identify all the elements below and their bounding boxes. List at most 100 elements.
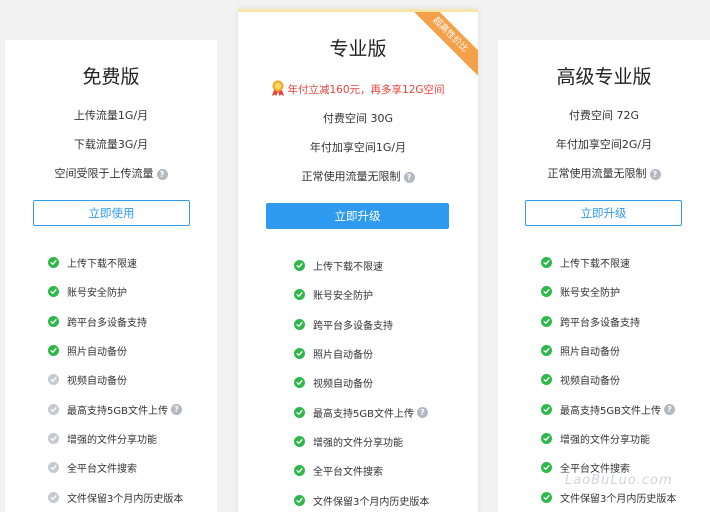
check-circle-icon	[48, 257, 59, 269]
check-circle-icon	[294, 289, 305, 301]
feature-label: 全平台文件搜索	[313, 467, 383, 479]
feature-label: 上传下载不限速	[560, 259, 630, 271]
feature-label: 跨平台多设备支持	[560, 317, 640, 329]
feature-label: 文件保留3个月内历史版本	[67, 493, 184, 505]
feature-item: 照片自动备份	[541, 336, 676, 365]
feature-item: 账号安全防护	[541, 277, 676, 306]
feature-item: 照片自动备份	[294, 339, 429, 368]
check-circle-icon	[541, 432, 552, 444]
feature-item: 上传下载不限速	[541, 248, 676, 277]
info-text: 上传流量1G/月	[73, 109, 149, 122]
feature-label: 全平台文件搜索	[67, 464, 137, 476]
feature-item: 上传下载不限速	[48, 248, 183, 277]
feature-item: 视频自动备份	[48, 365, 183, 394]
upgrade-now-button[interactable]: 立即升级	[266, 203, 449, 229]
feature-list: 上传下载不限速 账号安全防护跨平台多设备支持 照片自动备份 视频自动备份最高支持5GB…	[294, 251, 429, 512]
plan-title: 高级专业版	[556, 66, 652, 88]
feature-label: 照片自动备份	[560, 347, 620, 359]
help-circle-icon[interactable]: ?	[663, 403, 675, 415]
check-circle-icon	[541, 345, 552, 357]
check-circle-icon	[294, 377, 305, 389]
feature-item: 账号安全防护	[294, 280, 429, 309]
promo-text: 年付立减160元，再多享12G空间	[287, 84, 445, 96]
feature-label: 最高支持5GB文件上传	[313, 408, 414, 420]
feature-item: 视频自动备份	[294, 368, 429, 397]
feature-label: 账号安全防护	[67, 288, 127, 300]
feature-item: 全平台文件搜索	[48, 453, 183, 482]
plan-info-line: 年付加享空间2G/月	[498, 136, 710, 152]
promo-banner: 年付立减160元，再多享12G空间	[238, 80, 478, 97]
check-circle-icon	[541, 462, 552, 474]
feature-item: 增强的文件分享功能	[294, 427, 429, 456]
help-circle-icon[interactable]: ?	[649, 169, 661, 180]
feature-label: 账号安全防护	[560, 288, 620, 300]
check-circle-icon	[294, 260, 305, 272]
check-circle-icon	[541, 257, 552, 269]
check-circle-icon	[294, 348, 305, 360]
check-circle-icon	[294, 465, 305, 477]
plan-title: 免费版	[82, 66, 140, 88]
feature-label: 文件保留3个月内历史版本	[560, 493, 677, 505]
plan-card-pro: 超高性价比 专业版 年付立减160元，再多享12G空间 付费空间 30G 年付加…	[238, 9, 478, 512]
info-text: 年付加享空间1G/月	[309, 141, 407, 154]
check-circle-icon	[48, 432, 59, 444]
plan-info-line: 付费空间 72G	[498, 107, 710, 123]
info-text: 下载流量3G/月	[73, 138, 149, 151]
check-circle-icon	[294, 406, 305, 418]
feature-label: 最高支持5GB文件上传	[560, 405, 661, 417]
feature-item: 跨平台多设备支持	[541, 307, 676, 336]
feature-item: 账号安全防护	[48, 277, 183, 306]
watermark: LaoBuLuo.com	[565, 473, 673, 488]
feature-list: 上传下载不限速 账号安全防护 跨平台多设备支持 照片自动备份 视频自动备份 最高支持5GB…	[48, 248, 183, 512]
info-text: 付费空间 72G	[568, 109, 640, 122]
plan-card-advanced: 高级专业版 付费空间 72G 年付加享空间2G/月 正常使用流量无限制? 立即升…	[498, 40, 710, 512]
info-text: 年付加享空间2G/月	[555, 138, 653, 151]
feature-item: 照片自动备份	[48, 336, 183, 365]
feature-label: 账号安全防护	[313, 291, 373, 303]
medal-icon	[272, 80, 285, 96]
check-circle-icon	[48, 286, 59, 298]
check-circle-icon	[294, 494, 305, 506]
feature-label: 跨平台多设备支持	[313, 320, 393, 332]
feature-label: 跨平台多设备支持	[67, 317, 147, 329]
feature-item: 增强的文件分享功能	[48, 424, 183, 453]
plan-info-line: 付费空间 30G	[238, 110, 478, 126]
feature-label: 增强的文件分享功能	[560, 434, 650, 446]
feature-label: 增强的文件分享功能	[313, 437, 403, 449]
feature-item: 文件保留3个月内历史版本	[294, 485, 429, 512]
feature-label: 上传下载不限速	[313, 262, 383, 274]
use-now-button[interactable]: 立即使用	[33, 200, 190, 226]
help-circle-icon[interactable]: ?	[170, 403, 182, 415]
feature-item: 最高支持5GB文件上传?	[541, 394, 676, 423]
feature-item: 跨平台多设备支持	[294, 310, 429, 339]
check-circle-icon	[48, 345, 59, 357]
plan-info-line: 下载流量3G/月	[5, 136, 217, 152]
check-circle-icon	[48, 403, 59, 415]
help-circle-icon[interactable]: ?	[156, 169, 168, 180]
check-circle-icon	[541, 286, 552, 298]
feature-label: 视频自动备份	[313, 379, 373, 391]
check-circle-icon	[48, 374, 59, 386]
feature-item: 最高支持5GB文件上传?	[294, 397, 429, 426]
help-circle-icon[interactable]: ?	[403, 172, 415, 183]
check-circle-icon	[541, 403, 552, 415]
check-circle-icon	[48, 462, 59, 474]
feature-label: 文件保留3个月内历史版本	[313, 496, 430, 508]
feature-item: 视频自动备份	[541, 365, 676, 394]
plan-card-free: 免费版 上传流量1G/月 下载流量3G/月 空间受限于上传流量? 立即使用 上传…	[5, 40, 217, 512]
check-circle-icon	[294, 318, 305, 330]
feature-label: 照片自动备份	[313, 350, 373, 362]
feature-item: 上传下载不限速	[294, 251, 429, 280]
feature-label: 视频自动备份	[67, 376, 127, 388]
check-circle-icon	[48, 315, 59, 327]
plan-info-line: 正常使用流量无限制?	[238, 168, 478, 184]
help-circle-icon[interactable]: ?	[416, 406, 428, 418]
check-circle-icon	[541, 374, 552, 386]
plan-info-line: 正常使用流量无限制?	[498, 165, 710, 181]
feature-item: 文件保留3个月内历史版本	[48, 482, 183, 511]
feature-label: 上传下载不限速	[67, 259, 137, 271]
plan-title: 专业版	[329, 38, 387, 60]
upgrade-now-button[interactable]: 立即升级	[525, 200, 682, 226]
info-text: 正常使用流量无限制	[547, 167, 647, 180]
info-text: 付费空间 30G	[322, 112, 394, 125]
